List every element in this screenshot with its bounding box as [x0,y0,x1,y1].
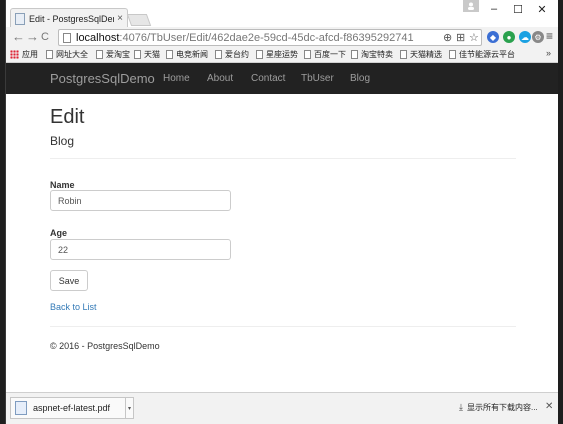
bookmark-item[interactable]: 网址大全 [46,49,88,60]
nav-link-contact[interactable]: Contact [251,73,285,84]
address-bar: ← → C localhost:4076/TbUser/Edit/462dae2… [6,27,559,48]
bookmark-star-icon[interactable]: ☆ [469,31,479,44]
bookmark-page-icon [304,50,311,59]
nav-link-blog[interactable]: Blog [350,73,370,84]
apps-grid-icon [10,50,19,59]
bookmark-page-icon [134,50,141,59]
nav-link-tbuser[interactable]: TbUser [301,73,334,84]
forward-button[interactable]: → [26,30,39,44]
download-arrow-icon: ⤓ [459,402,463,412]
new-tab-button[interactable] [126,14,152,26]
download-shelf: aspnet-ef-latest.pdf ▾ ⤓ 显示所有下载内容... ✕ [6,392,559,424]
age-label: Age [50,228,68,238]
bookmark-page-icon [449,50,456,59]
bookmark-page-icon [166,50,173,59]
navbar-brand[interactable]: PostgresSqlDemo [50,71,155,86]
bookmark-item[interactable]: 天猫精选 [400,49,442,60]
browser-tab[interactable]: Edit - PostgresSqlDemo × [10,8,128,28]
extension-cloud-icon[interactable]: ☁ [519,31,531,43]
bookmark-page-icon [351,50,358,59]
bookmarks-bar: 应用 网址大全 爱淘宝 天猫 电竞新闻 爱台约 星座运势 百度一下 淘宝特卖 天… [6,48,559,63]
back-to-list-link[interactable]: Back to List [50,302,97,312]
url-input[interactable]: localhost:4076/TbUser/Edit/462dae2e-59cd… [58,29,482,46]
bookmark-item[interactable]: 爱台约 [215,49,249,60]
bookmark-item[interactable]: 天猫 [134,49,160,60]
bookmark-page-icon [96,50,103,59]
download-item[interactable]: aspnet-ef-latest.pdf [10,397,126,419]
bookmark-item[interactable]: 爱淘宝 [96,49,130,60]
name-label: Name [50,180,75,190]
bookmark-item[interactable]: 星座运势 [256,49,298,60]
site-navbar: PostgresSqlDemo Home About Contact TbUse… [6,63,559,94]
shelf-close-icon[interactable]: ✕ [545,401,553,412]
download-file-name: aspnet-ef-latest.pdf [33,403,111,413]
url-text: localhost:4076/TbUser/Edit/462dae2e-59cd… [76,32,414,44]
page-favicon-icon [15,12,25,25]
bookmark-page-icon [400,50,407,59]
minimize-button[interactable]: – [484,2,504,16]
translate-icon[interactable]: ⊞ [456,31,465,44]
bookmark-page-icon [215,50,222,59]
window-close-button[interactable]: ✕ [532,2,552,16]
bookmark-item[interactable]: 淘宝特卖 [351,49,393,60]
age-input[interactable] [50,239,231,260]
url-host: localhost [76,31,120,44]
page-subtitle: Blog [50,134,75,148]
browser-window: Edit - PostgresSqlDemo × – ☐ ✕ ← → C loc… [5,0,559,424]
pdf-file-icon [15,401,27,415]
bookmark-item[interactable]: 佳节能源云平台 [449,49,515,60]
url-path: :4076/TbUser/Edit/462dae2e-59cd-45dc-afc… [119,31,414,44]
desktop-background-right [558,0,563,424]
page-content: Edit Blog Name Age Save Back to List © 2… [6,94,559,392]
bookmark-apps[interactable]: 应用 [10,49,38,60]
bookmark-page-icon [46,50,53,59]
footer-divider [50,326,516,327]
reload-button[interactable]: C [41,30,49,44]
user-profile-icon[interactable] [463,0,479,12]
browser-menu-icon[interactable]: ≡ [546,29,553,43]
tab-close-icon[interactable]: × [117,13,123,24]
download-options-chevron-icon[interactable]: ▾ [126,397,134,419]
bookmark-item[interactable]: 百度一下 [304,49,346,60]
extension-circle-icon[interactable]: ● [503,31,515,43]
show-all-downloads-link[interactable]: ⤓ 显示所有下载内容... [459,402,538,413]
back-button[interactable]: ← [12,30,25,44]
page-title: Edit [50,106,85,128]
extension-gear-icon[interactable]: ⚙ [532,31,544,43]
footer-text: © 2016 - PostgresSqlDemo [50,341,160,351]
bookmarks-more-icon[interactable]: » [546,48,551,58]
extension-shield-icon[interactable]: ◆ [487,31,499,43]
divider [50,158,516,159]
name-input[interactable] [50,190,231,211]
nav-link-about[interactable]: About [207,73,233,84]
title-bar: Edit - PostgresSqlDemo × – ☐ ✕ [6,0,559,28]
bookmark-page-icon [256,50,263,59]
bookmark-item[interactable]: 电竞新闻 [166,49,208,60]
zoom-icon[interactable]: ⊕ [443,31,452,44]
nav-link-home[interactable]: Home [163,73,190,84]
maximize-button[interactable]: ☐ [508,2,528,16]
tab-title: Edit - PostgresSqlDemo [29,13,114,24]
save-button[interactable]: Save [50,270,88,291]
page-icon [63,32,71,43]
